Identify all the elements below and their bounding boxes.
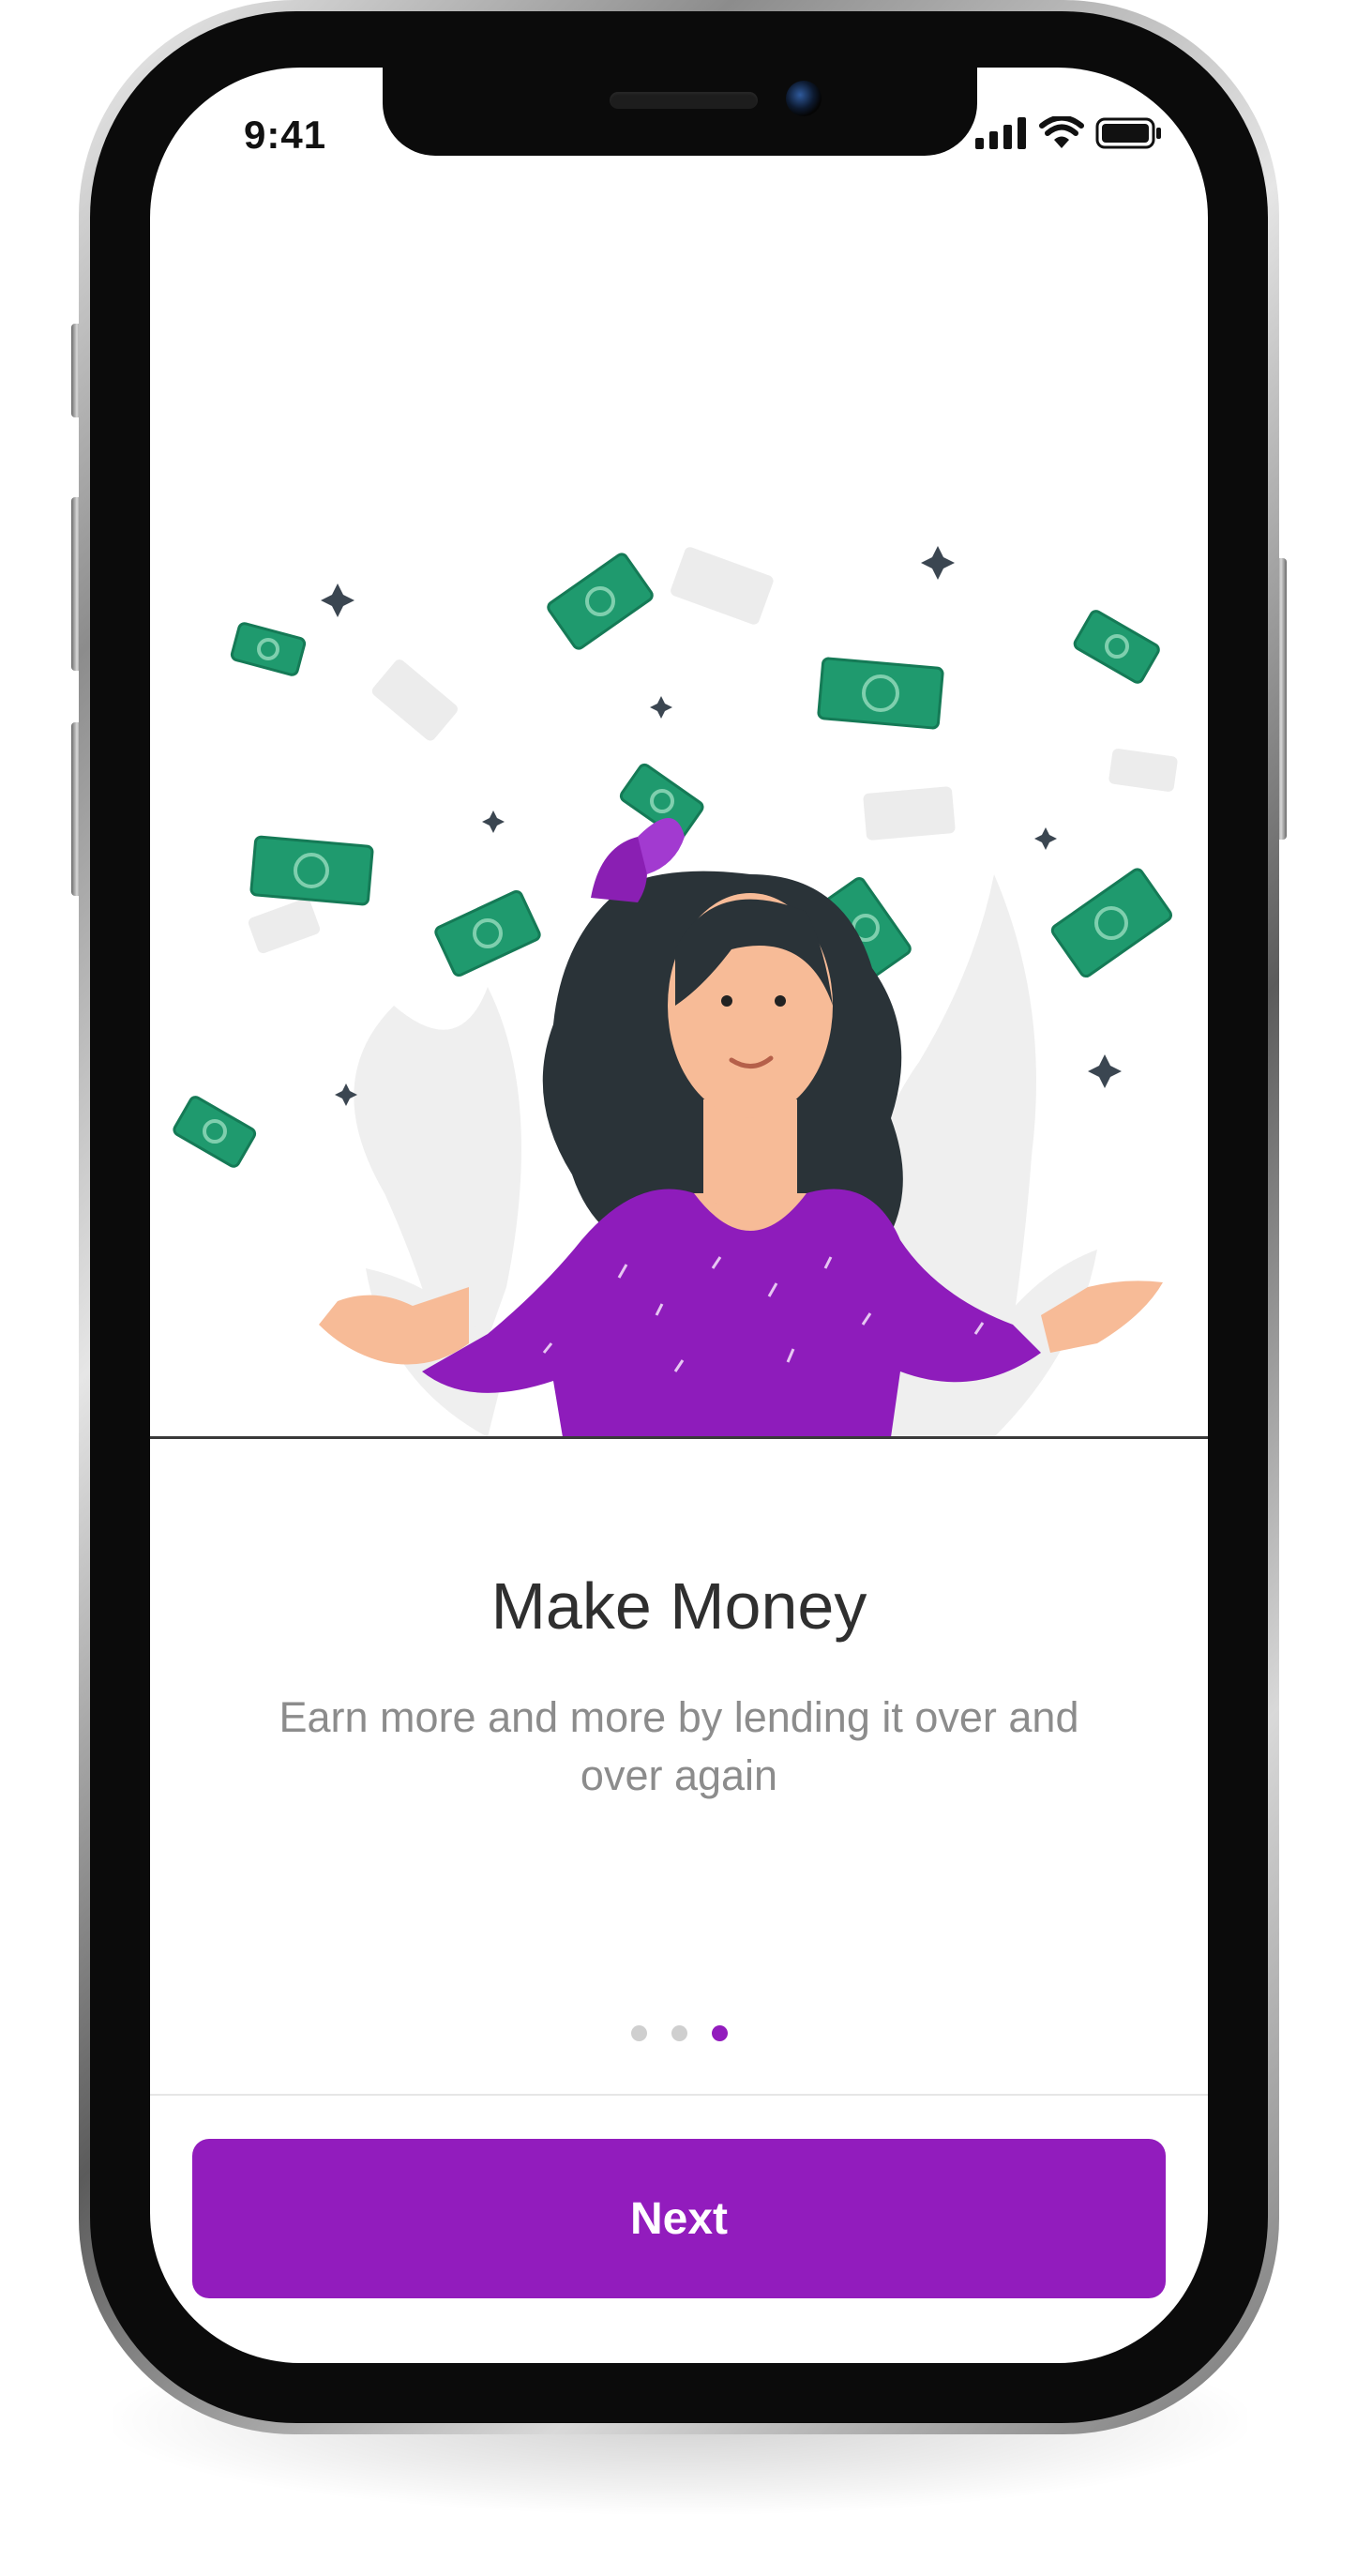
front-camera xyxy=(786,81,822,116)
footer-divider xyxy=(150,2094,1208,2096)
cellular-signal-icon xyxy=(975,117,1026,149)
next-button[interactable]: Next xyxy=(192,2139,1166,2298)
onboarding-subtitle: Earn more and more by lending it over an… xyxy=(279,1693,1079,1799)
app-screen: 9:41 Make Money Earn more and more by le… xyxy=(150,68,1208,2363)
page-dot-2[interactable] xyxy=(671,2025,687,2041)
onboarding-title: Make Money xyxy=(490,1569,867,1643)
pagination-dots xyxy=(150,2025,1208,2041)
illustration-divider xyxy=(150,1436,1208,1439)
money-illustration xyxy=(173,546,1178,1437)
earpiece-speaker xyxy=(610,92,758,109)
status-icons xyxy=(975,116,1163,150)
wifi-icon xyxy=(1039,116,1084,148)
page-dot-3-active[interactable] xyxy=(711,2025,728,2041)
notch xyxy=(383,68,977,156)
status-time: 9:41 xyxy=(244,113,327,157)
page-dot-1[interactable] xyxy=(630,2025,647,2041)
battery-icon xyxy=(1095,117,1161,149)
